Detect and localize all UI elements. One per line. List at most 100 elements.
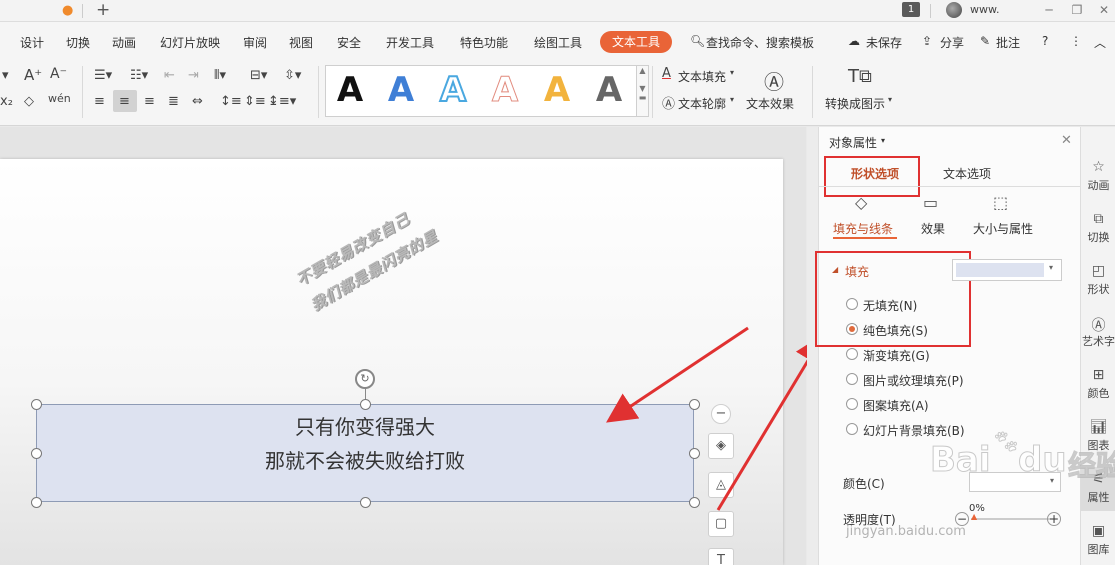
text-box-tool-icon[interactable]: T bbox=[708, 548, 734, 565]
menu-animation[interactable]: 动画 bbox=[112, 34, 136, 51]
columns-icon[interactable]: ⫴▾ bbox=[214, 68, 226, 83]
text-outline-dropdown-icon[interactable]: ▾ bbox=[730, 95, 734, 104]
rotate-handle-icon[interactable]: ↻ bbox=[355, 369, 375, 389]
search-command[interactable]: 查找命令、搜索模板 bbox=[706, 34, 814, 51]
menu-drawing-tools[interactable]: 绘图工具 bbox=[534, 34, 582, 51]
tab-shape-options[interactable]: 形状选项 bbox=[851, 165, 899, 182]
close-window-icon[interactable]: ✕ bbox=[1091, 0, 1115, 20]
panel-title-dropdown-icon[interactable]: ▾ bbox=[881, 136, 885, 145]
align-right-icon[interactable]: ≡ bbox=[144, 94, 155, 109]
new-tab-plus-icon[interactable]: + bbox=[96, 0, 110, 20]
sidebar-item-animation[interactable]: ☆ 动画 bbox=[1081, 159, 1115, 193]
radio-solid-fill[interactable] bbox=[846, 323, 858, 335]
sidebar-item-gallery[interactable]: ▣ 图库 bbox=[1081, 523, 1115, 557]
user-name[interactable]: www. bbox=[970, 3, 999, 16]
menu-slideshow[interactable]: 幻灯片放映 bbox=[160, 34, 220, 51]
option-slide-bg-fill[interactable]: 幻灯片背景填充(B) bbox=[863, 422, 965, 439]
shrink-font-icon[interactable]: A⁻ bbox=[50, 66, 67, 82]
grow-font-icon[interactable]: A⁺ bbox=[24, 66, 42, 84]
wordart-style-black[interactable]: A bbox=[330, 70, 370, 110]
subscript-icon[interactable]: x₂ bbox=[0, 94, 13, 109]
distribute-icon[interactable]: ⇔ bbox=[192, 94, 203, 109]
radio-slide-bg-fill[interactable] bbox=[846, 423, 858, 435]
selected-text-box[interactable]: 只有你变得强大 那就不会被失败给打败 bbox=[36, 404, 694, 502]
fill-collapse-icon[interactable]: ◢ bbox=[832, 265, 838, 274]
text-outline-button[interactable]: 文本轮廓 bbox=[678, 95, 726, 112]
align-text-icon[interactable]: ⇳▾ bbox=[284, 68, 301, 83]
menu-review[interactable]: 审阅 bbox=[243, 34, 267, 51]
text-effect-icon[interactable]: Ⓐ bbox=[764, 66, 784, 95]
wordart-style-blue-outline[interactable]: A bbox=[433, 69, 473, 111]
minimize-icon[interactable]: ─ bbox=[1036, 0, 1062, 20]
menu-view[interactable]: 视图 bbox=[289, 34, 313, 51]
resize-handle-bottom[interactable] bbox=[360, 497, 371, 508]
annotate-button[interactable]: 批注 bbox=[996, 34, 1020, 51]
sidebar-item-wordart[interactable]: Ⓐ 艺术字 bbox=[1081, 315, 1115, 349]
sidebar-item-shape[interactable]: ◰ 形状 bbox=[1081, 263, 1115, 297]
menu-developer[interactable]: 开发工具 bbox=[386, 34, 434, 51]
subtab-fill-line[interactable]: 填充与线条 bbox=[833, 220, 893, 237]
search-icon[interactable]: 🔍︎ bbox=[690, 34, 705, 48]
option-no-fill[interactable]: 无填充(N) bbox=[863, 297, 917, 314]
restore-icon[interactable]: ❐ bbox=[1064, 0, 1090, 20]
numbered-list-icon[interactable]: ☷▾ bbox=[130, 68, 148, 83]
close-panel-icon[interactable]: ✕ bbox=[1061, 133, 1072, 148]
gallery-scroll[interactable]: ▲ ▼ ▬ bbox=[637, 65, 649, 117]
resize-handle-top-left[interactable] bbox=[31, 399, 42, 410]
share-button[interactable]: 分享 bbox=[940, 34, 964, 51]
phonetic-icon[interactable]: wén bbox=[48, 92, 71, 105]
text-outline-icon[interactable]: Ⓐ bbox=[662, 93, 675, 112]
line-spacing-icon[interactable]: ↕≡ bbox=[220, 94, 242, 109]
menu-features[interactable]: 特色功能 bbox=[460, 34, 508, 51]
text-direction-icon[interactable]: ⊟▾ bbox=[250, 68, 267, 83]
transparency-plus-icon[interactable]: + bbox=[1047, 512, 1061, 526]
radio-picture-fill[interactable] bbox=[846, 373, 858, 385]
wordart-style-red-outline[interactable]: A bbox=[485, 70, 525, 111]
collapse-ribbon-icon[interactable]: ︿ bbox=[1094, 34, 1106, 51]
menu-design[interactable]: 设计 bbox=[20, 34, 44, 51]
convert-chart-icon[interactable]: T⧉ bbox=[848, 66, 872, 87]
increase-indent-icon[interactable]: ⇥ bbox=[188, 68, 199, 83]
sidebar-item-color[interactable]: ⊞ 颜色 bbox=[1081, 367, 1115, 401]
radio-no-fill[interactable] bbox=[846, 298, 858, 310]
decrease-indent-icon[interactable]: ⇤ bbox=[164, 68, 175, 83]
bullet-list-icon[interactable]: ☰▾ bbox=[94, 68, 112, 83]
option-solid-fill[interactable]: 纯色填充(S) bbox=[863, 322, 928, 339]
align-left-icon[interactable]: ≡ bbox=[94, 94, 105, 109]
fill-color-picker[interactable]: ▾ bbox=[952, 259, 1062, 281]
wordart-style-gray[interactable]: A bbox=[589, 70, 629, 110]
convert-chart-button[interactable]: 转换成图示 bbox=[825, 95, 885, 112]
justify-icon[interactable]: ≣ bbox=[168, 94, 179, 109]
text-effect-button[interactable]: 文本效果 bbox=[746, 95, 794, 112]
subtab-effect[interactable]: 效果 bbox=[921, 220, 945, 237]
spacing-dropdown-icon[interactable]: ↨≡▾ bbox=[268, 94, 296, 109]
wordart-style-gold[interactable]: A bbox=[537, 70, 577, 110]
sidebar-item-transition[interactable]: ⧉ 切换 bbox=[1081, 211, 1115, 245]
text-fill-button[interactable]: 文本填充 bbox=[678, 68, 726, 85]
wordart-style-blue[interactable]: A bbox=[381, 70, 421, 110]
option-picture-fill[interactable]: 图片或纹理填充(P) bbox=[863, 372, 964, 389]
paragraph-spacing-icon[interactable]: ⇕≡ bbox=[244, 94, 266, 109]
resize-handle-top[interactable] bbox=[360, 399, 371, 410]
tab-text-options[interactable]: 文本选项 bbox=[943, 165, 991, 182]
clear-format-icon[interactable]: ◇ bbox=[24, 94, 34, 109]
radio-pattern-fill[interactable] bbox=[846, 398, 858, 410]
transparency-slider-track[interactable] bbox=[971, 518, 1051, 520]
user-avatar[interactable] bbox=[946, 2, 962, 18]
resize-handle-bottom-left[interactable] bbox=[31, 497, 42, 508]
radio-gradient-fill[interactable] bbox=[846, 348, 858, 360]
menu-security[interactable]: 安全 bbox=[337, 34, 361, 51]
text-fill-icon[interactable]: A bbox=[662, 66, 671, 81]
more-icon[interactable]: ⋮ bbox=[1070, 34, 1082, 48]
help-icon[interactable]: ? bbox=[1042, 34, 1048, 48]
text-fill-dropdown-icon[interactable]: ▾ bbox=[730, 68, 734, 77]
unsaved-button[interactable]: 未保存 bbox=[866, 34, 902, 51]
option-pattern-fill[interactable]: 图案填充(A) bbox=[863, 397, 929, 414]
option-gradient-fill[interactable]: 渐变填充(G) bbox=[863, 347, 930, 364]
convert-chart-dropdown-icon[interactable]: ▾ bbox=[888, 95, 892, 104]
textbox-line-1[interactable]: 只有你变得强大 bbox=[37, 411, 693, 440]
fill-section-title[interactable]: 填充 bbox=[845, 263, 869, 280]
textbox-line-2[interactable]: 那就不会被失败给打败 bbox=[37, 445, 693, 474]
align-center-icon[interactable]: ≡ bbox=[119, 94, 130, 109]
font-size-dropdown[interactable]: ▾ bbox=[2, 68, 9, 83]
